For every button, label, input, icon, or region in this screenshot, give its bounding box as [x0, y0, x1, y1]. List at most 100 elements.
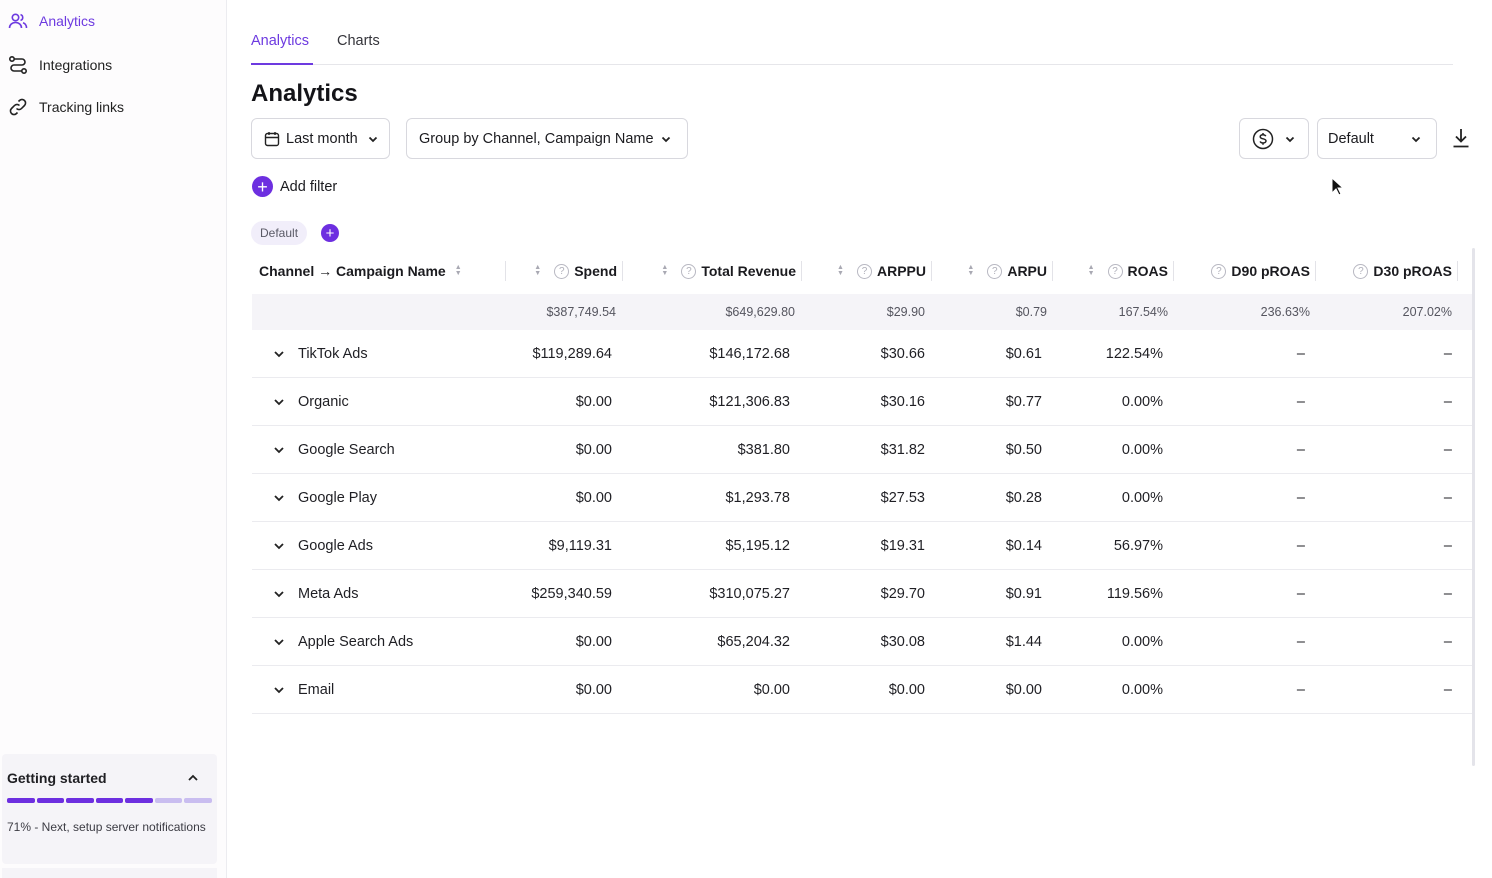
chevron-up-icon[interactable]: [186, 771, 200, 785]
column-header-spend[interactable]: ▲ ▼ ? Spend: [522, 248, 623, 294]
cell-spend: $0.00: [575, 441, 612, 458]
help-icon[interactable]: ?: [856, 263, 872, 279]
channel-name: Google Play: [298, 489, 377, 506]
table-row[interactable]: Organic $0.00 $121,306.83 $30.16 $0.77 0.00% –…: [252, 378, 1474, 426]
table-row[interactable]: TikTok Ads $119,289.64 $146,172.68 $30.66 $0…: [252, 330, 1474, 378]
column-header-total-revenue[interactable]: ▲ ▼ ? Total Revenue: [632, 248, 802, 294]
sort-icon[interactable]: ▲ ▼: [1088, 264, 1095, 277]
cell-spend: $119,289.64: [532, 345, 612, 362]
view-dropdown[interactable]: Default: [1317, 118, 1437, 159]
sidebar-item-label: Integrations: [39, 57, 113, 73]
column-header-roas[interactable]: ▲ ▼ ? ROAS: [1072, 248, 1174, 294]
progress-segment: [95, 798, 124, 803]
column-header-label: Channel → Campaign Name: [259, 263, 446, 279]
total-d90-proas: 236.63%: [1260, 305, 1310, 319]
currency-dropdown[interactable]: [1239, 118, 1309, 159]
sort-icon[interactable]: ▲ ▼: [661, 264, 668, 277]
cell-roas: 0.00%: [1121, 393, 1163, 410]
table-scrollbar[interactable]: [1472, 248, 1475, 766]
chevron-down-icon[interactable]: [272, 491, 286, 505]
sidebar-item-tracking-links[interactable]: Tracking links: [8, 93, 124, 121]
cell-d90-proas: –: [1296, 441, 1305, 458]
cell-channel: Google Search: [272, 426, 502, 473]
chevron-down-icon[interactable]: [272, 395, 286, 409]
table-row[interactable]: Google Play $0.00 $1,293.78 $27.53 $0.28 0.00…: [252, 474, 1474, 522]
channel-name: Meta Ads: [298, 585, 359, 602]
cell-channel: TikTok Ads: [272, 330, 502, 377]
sort-icon[interactable]: ▲ ▼: [967, 264, 974, 277]
getting-started-panel[interactable]: Getting started 71% - Next, setup server…: [2, 754, 217, 864]
help-icon[interactable]: ?: [1211, 263, 1227, 279]
cell-d30-proas: –: [1443, 633, 1452, 650]
cell-channel: Google Ads: [272, 522, 502, 569]
add-filter-button[interactable]: + Add filter: [252, 176, 337, 197]
cell-roas: 56.97%: [1113, 537, 1163, 554]
date-range-dropdown[interactable]: Last month: [251, 118, 390, 159]
chevron-down-icon[interactable]: [272, 683, 286, 697]
help-icon[interactable]: ?: [681, 263, 697, 279]
channel-name: Apple Search Ads: [298, 633, 414, 650]
column-header-arpu[interactable]: ▲ ▼ ? ARPU: [952, 248, 1053, 294]
sidebar-item-integrations[interactable]: Integrations: [8, 51, 112, 79]
cell-arppu: $30.66: [880, 345, 925, 362]
channel-name: TikTok Ads: [298, 345, 368, 362]
table-row[interactable]: Google Ads $9,119.31 $5,195.12 $19.31 $0.14 5…: [252, 522, 1474, 570]
dollar-circle-icon: [1252, 128, 1274, 149]
column-header-d30-proas[interactable]: ? D30 pROAS: [1322, 248, 1458, 294]
tab-charts[interactable]: Charts: [337, 30, 380, 65]
progress-segment: [7, 798, 35, 803]
chevron-down-icon[interactable]: [272, 539, 286, 553]
add-filter-label: Add filter: [280, 178, 338, 195]
getting-started-title: Getting started: [7, 770, 107, 786]
table-row[interactable]: Email $0.00 $0.00 $0.00 $0.00 0.00% – –: [252, 666, 1474, 714]
chevron-down-icon[interactable]: [272, 347, 286, 361]
chevron-down-icon[interactable]: [272, 443, 286, 457]
sidebar-item-label: Tracking links: [39, 99, 125, 115]
tab-analytics[interactable]: Analytics: [251, 30, 313, 65]
sidebar-footer: [2, 868, 217, 878]
help-icon[interactable]: ?: [987, 263, 1003, 279]
link-icon: [9, 98, 27, 116]
cell-channel: Meta Ads: [272, 570, 502, 617]
column-header-d90-proas[interactable]: ? D90 pROAS: [1182, 248, 1316, 294]
progress-segment: [36, 798, 65, 803]
table-row[interactable]: Apple Search Ads $0.00 $65,204.32 $30.08 $1.…: [252, 618, 1474, 666]
chevron-down-icon[interactable]: [272, 587, 286, 601]
preset-chip-default[interactable]: Default: [251, 221, 308, 245]
column-header-channel[interactable]: Channel → Campaign Name ▲ ▼: [259, 248, 506, 294]
cell-arppu: $29.70: [880, 585, 925, 602]
chevron-down-icon[interactable]: [272, 635, 286, 649]
sort-icon[interactable]: ▲ ▼: [534, 264, 541, 277]
group-by-dropdown[interactable]: Group by Channel, Campaign Name: [406, 118, 688, 159]
help-icon[interactable]: ?: [1107, 263, 1123, 279]
cell-arppu: $19.31: [880, 537, 925, 554]
add-preset-button[interactable]: +: [321, 224, 339, 242]
table-row[interactable]: Meta Ads $259,340.59 $310,075.27 $29.70 $0.9…: [252, 570, 1474, 618]
cell-d30-proas: –: [1443, 681, 1452, 698]
cell-arppu: $30.16: [880, 393, 925, 410]
sort-icon[interactable]: ▲ ▼: [455, 264, 462, 277]
help-icon[interactable]: ?: [554, 263, 570, 279]
cell-arpu: $0.28: [1005, 489, 1042, 506]
cell-revenue: $146,172.68: [709, 345, 790, 362]
total-revenue: $649,629.80: [725, 305, 795, 319]
table-row[interactable]: Google Search $0.00 $381.80 $31.82 $0.50 0.00…: [252, 426, 1474, 474]
date-range-value: Last month: [286, 130, 358, 147]
column-header-arppu[interactable]: ▲ ▼ ? ARPPU: [832, 248, 932, 294]
cell-d90-proas: –: [1296, 489, 1305, 506]
download-icon[interactable]: [1452, 128, 1470, 148]
total-spend: $387,749.54: [546, 305, 616, 319]
chevron-down-icon: [368, 136, 377, 142]
channel-name: Organic: [298, 393, 349, 410]
help-icon[interactable]: ?: [1353, 263, 1369, 279]
plus-icon: +: [252, 176, 273, 197]
calendar-icon: [264, 131, 280, 146]
sort-icon[interactable]: ▲ ▼: [837, 264, 844, 277]
sidebar-item-label: Analytics: [39, 13, 96, 29]
cell-roas: 0.00%: [1121, 633, 1163, 650]
sidebar-item-analytics[interactable]: Analytics: [8, 7, 95, 35]
cell-spend: $0.00: [575, 489, 612, 506]
cell-spend: $0.00: [575, 681, 612, 698]
tab-bar: Analytics Charts: [251, 30, 1453, 65]
cell-arpu: $0.77: [1005, 393, 1042, 410]
